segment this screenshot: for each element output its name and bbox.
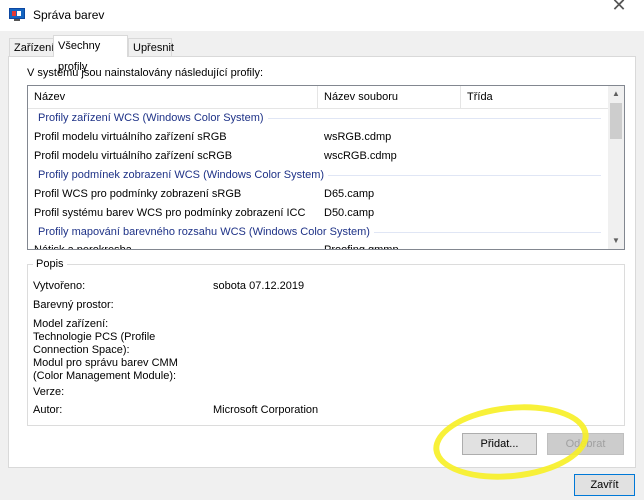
author-label: Autor: [33,404,63,416]
cmm-label-line1: Modul pro správu barev CMM [33,357,178,369]
cmm-label-line2: (Color Management Module): [33,370,177,382]
close-button[interactable]: Zavřít [574,474,635,496]
column-header-name[interactable]: Název [28,86,318,108]
profile-name: Profil modelu virtuálního zařízení scRGB [34,150,233,162]
scroll-down-icon[interactable]: ▼ [608,233,624,249]
title-bar: Správa barev ✕ [0,0,644,31]
tab-devices[interactable]: Zařízení [9,38,54,56]
profile-file: wsRGB.cdmp [324,131,392,143]
version-label: Verze: [33,386,65,398]
profile-file: D65.camp [324,188,375,200]
description-title: Popis [33,258,67,270]
pcs-label-line2: Connection Space): [33,344,130,356]
profile-name: Profil modelu virtuálního zařízení sRGB [34,131,227,143]
created-label: Vytvořeno: [33,280,86,292]
group-label: Profily zařízení WCS (Windows Color Syst… [38,109,268,128]
tab-label: Upřesnit [133,42,174,54]
column-header-filename[interactable]: Název souboru [318,86,461,108]
list-group-header[interactable]: Profily mapování barevného rozsahu WCS (… [28,223,609,242]
close-window-icon[interactable]: ✕ [594,0,644,16]
colorspace-label: Barevný prostor: [33,299,114,311]
list-body: Profily zařízení WCS (Windows Color Syst… [28,109,609,249]
column-header-class[interactable]: Třída [461,86,609,108]
author-value: Microsoft Corporation [213,404,319,416]
scroll-up-icon[interactable]: ▲ [608,86,624,102]
tab-all-profiles[interactable]: Všechny profily [53,35,128,73]
profiles-list[interactable]: Název Název souboru Třída Profily zaříze… [27,85,625,250]
group-label: Profily mapování barevného rozsahu WCS (… [38,223,374,242]
list-header: Název Název souboru Třída [28,86,609,109]
list-item[interactable]: Profil systému barev WCS pro podmínky zo… [28,204,609,223]
remove-profile-button[interactable]: Odebrat [547,433,624,455]
profile-name: Nátisk a perokresba [34,241,132,249]
scroll-thumb[interactable] [610,103,622,139]
profile-file: D50.camp [324,207,375,219]
list-item[interactable]: Profil modelu virtuálního zařízení sRGB … [28,128,609,147]
add-profile-button[interactable]: Přidat... [462,433,537,455]
color-management-icon [9,8,25,21]
profile-name: Profil WCS pro podmínky zobrazení sRGB [34,188,242,200]
window-title: Správa barev [33,8,105,22]
list-group-header[interactable]: Profily podmínek zobrazení WCS (Windows … [28,166,609,185]
profile-file: wscRGB.cdmp [324,150,397,162]
device-model-label: Model zařízení: [33,318,109,330]
profile-file: Proofing.gmmp [324,241,399,249]
list-group-header[interactable]: Profily zařízení WCS (Windows Color Syst… [28,109,609,128]
pcs-label-line1: Technologie PCS (Profile [33,331,156,343]
group-label: Profily podmínek zobrazení WCS (Windows … [38,166,329,185]
list-item[interactable]: Profil modelu virtuálního zařízení scRGB… [28,147,609,166]
profile-name: Profil systému barev WCS pro podmínky zo… [34,207,306,219]
list-item[interactable]: Nátisk a perokresba Proofing.gmmp [28,241,609,249]
tab-label: Zařízení [14,42,55,54]
list-item[interactable]: Profil WCS pro podmínky zobrazení sRGB D… [28,185,609,204]
created-value: sobota 07.12.2019 [213,280,305,292]
vertical-scrollbar[interactable]: ▲ ▼ [608,86,624,249]
tab-advanced[interactable]: Upřesnit [128,38,174,56]
